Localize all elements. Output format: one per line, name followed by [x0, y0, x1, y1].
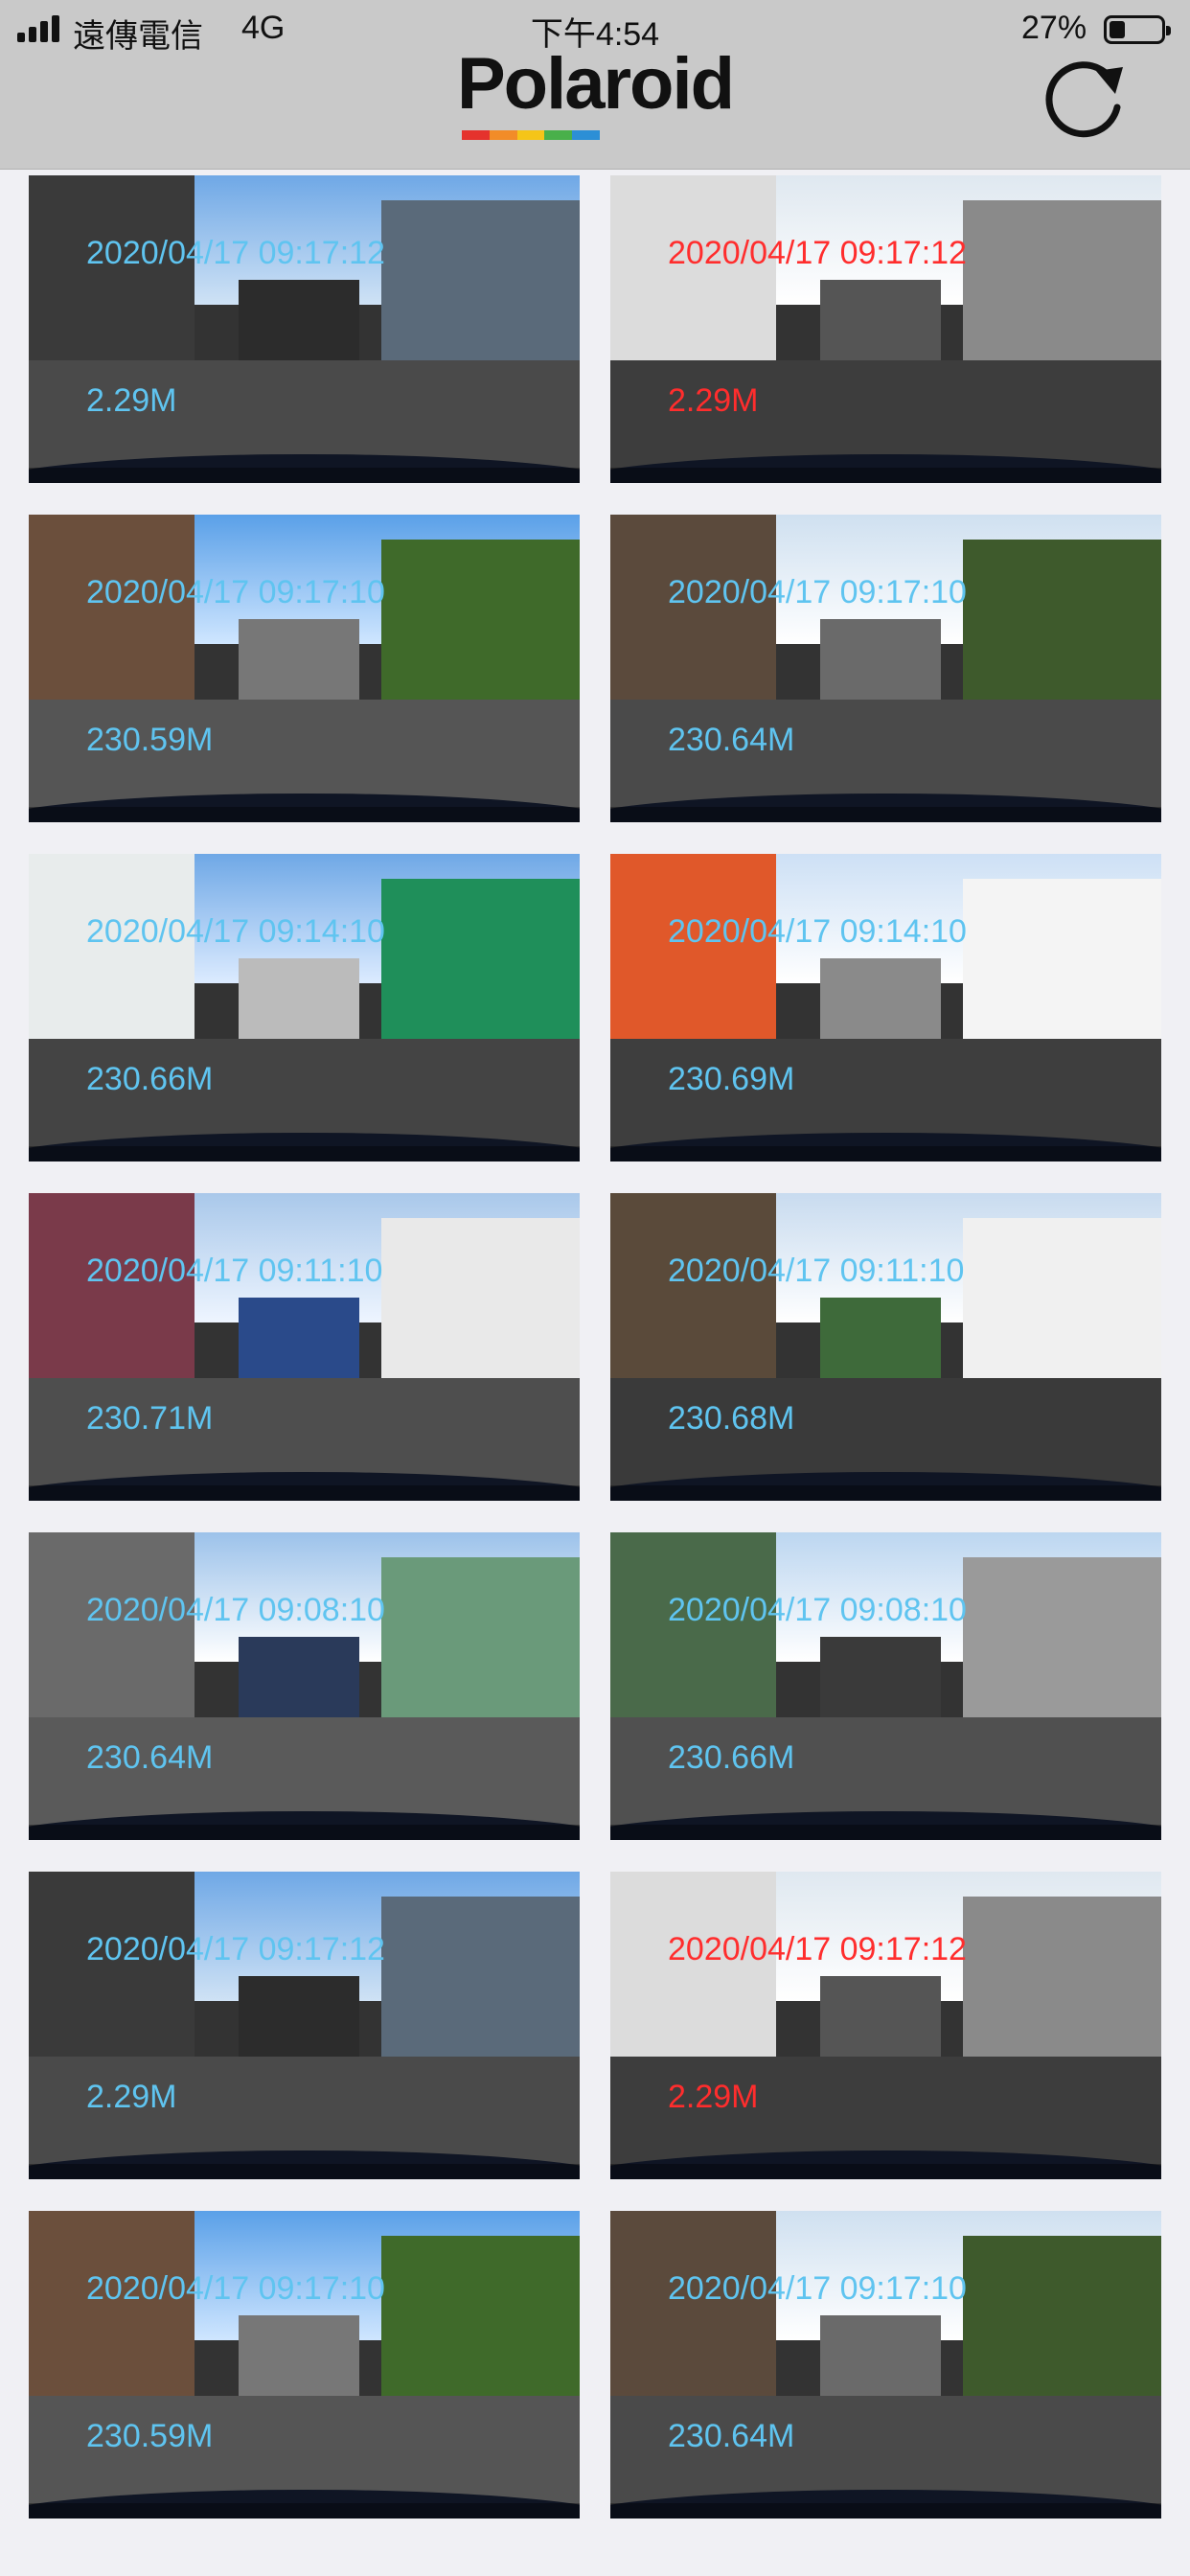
- video-thumbnail[interactable]: 2020/04/17 09:17:12 2.29M: [29, 175, 580, 483]
- video-file-size: 230.66M: [86, 1061, 214, 1097]
- video-file-size: 230.59M: [86, 722, 214, 758]
- video-timestamp: 2020/04/17 09:17:10: [668, 2270, 967, 2307]
- dashcam-frame-image: [29, 2211, 580, 2518]
- video-timestamp: 2020/04/17 09:08:10: [86, 1592, 385, 1628]
- video-timestamp: 2020/04/17 09:08:10: [668, 1592, 967, 1628]
- video-file-size: 230.69M: [668, 1061, 795, 1097]
- video-thumbnail[interactable]: 2020/04/17 09:14:10 230.69M: [610, 854, 1161, 1162]
- video-thumbnail[interactable]: 2020/04/17 09:08:10 230.64M: [29, 1532, 580, 1840]
- dashcam-frame-image: [29, 854, 580, 1162]
- refresh-icon[interactable]: [1035, 58, 1134, 146]
- brand-logo: Polaroid: [456, 43, 735, 125]
- dashcam-frame-image: [29, 1872, 580, 2179]
- video-thumbnail[interactable]: 2020/04/17 09:11:10 230.71M: [29, 1193, 580, 1501]
- video-file-size: 230.64M: [86, 1739, 214, 1776]
- battery-icon: [1104, 15, 1171, 44]
- video-file-size: 230.71M: [86, 1400, 214, 1437]
- video-thumbnail[interactable]: 2020/04/17 09:17:12 2.29M: [29, 1872, 580, 2179]
- video-timestamp: 2020/04/17 09:17:10: [86, 2270, 385, 2307]
- dashcam-frame-image: [610, 175, 1161, 483]
- video-thumbnail[interactable]: 2020/04/17 09:17:12 2.29M: [610, 1872, 1161, 2179]
- video-timestamp: 2020/04/17 09:17:12: [86, 235, 385, 271]
- video-file-size: 230.59M: [86, 2418, 214, 2454]
- dashcam-frame-image: [29, 1193, 580, 1501]
- video-timestamp: 2020/04/17 09:17:10: [668, 574, 967, 610]
- video-timestamp: 2020/04/17 09:17:12: [668, 235, 967, 271]
- video-timestamp: 2020/04/17 09:17:12: [86, 1931, 385, 1967]
- video-thumbnail[interactable]: 2020/04/17 09:11:10 230.68M: [610, 1193, 1161, 1501]
- video-timestamp: 2020/04/17 09:14:10: [668, 913, 967, 950]
- video-thumbnail[interactable]: 2020/04/17 09:14:10 230.66M: [29, 854, 580, 1162]
- dashcam-frame-image: [610, 515, 1161, 822]
- dashcam-frame-image: [29, 515, 580, 822]
- dashcam-frame-image: [610, 1872, 1161, 2179]
- video-thumbnail[interactable]: 2020/04/17 09:17:10 230.59M: [29, 2211, 580, 2518]
- dashcam-frame-image: [610, 1193, 1161, 1501]
- brand-color-stripe: [462, 130, 600, 140]
- video-file-size: 2.29M: [668, 382, 759, 419]
- video-file-size: 230.64M: [668, 722, 795, 758]
- video-file-size: 2.29M: [668, 2079, 759, 2115]
- video-timestamp: 2020/04/17 09:11:10: [86, 1253, 383, 1289]
- video-thumbnail[interactable]: 2020/04/17 09:17:10 230.59M: [29, 515, 580, 822]
- dashcam-frame-image: [29, 175, 580, 483]
- video-thumbnail[interactable]: 2020/04/17 09:17:10 230.64M: [610, 2211, 1161, 2518]
- video-file-size: 230.66M: [668, 1739, 795, 1776]
- dashcam-frame-image: [29, 1532, 580, 1840]
- video-thumbnail[interactable]: 2020/04/17 09:17:12 2.29M: [610, 175, 1161, 483]
- video-timestamp: 2020/04/17 09:11:10: [668, 1253, 965, 1289]
- dashcam-frame-image: [610, 2211, 1161, 2518]
- app-header: 遠傳電信 4G 下午4:54 27% Polaroid: [0, 0, 1190, 170]
- video-file-size: 2.29M: [86, 382, 177, 419]
- dashcam-frame-image: [610, 1532, 1161, 1840]
- dashcam-frame-image: [610, 854, 1161, 1162]
- video-timestamp: 2020/04/17 09:17:10: [86, 574, 385, 610]
- video-thumbnail[interactable]: 2020/04/17 09:08:10 230.66M: [610, 1532, 1161, 1840]
- video-thumbnail[interactable]: 2020/04/17 09:17:10 230.64M: [610, 515, 1161, 822]
- video-file-size: 2.29M: [86, 2079, 177, 2115]
- video-file-size: 230.64M: [668, 2418, 795, 2454]
- video-timestamp: 2020/04/17 09:14:10: [86, 913, 385, 950]
- video-file-size: 230.68M: [668, 1400, 795, 1437]
- video-timestamp: 2020/04/17 09:17:12: [668, 1931, 967, 1967]
